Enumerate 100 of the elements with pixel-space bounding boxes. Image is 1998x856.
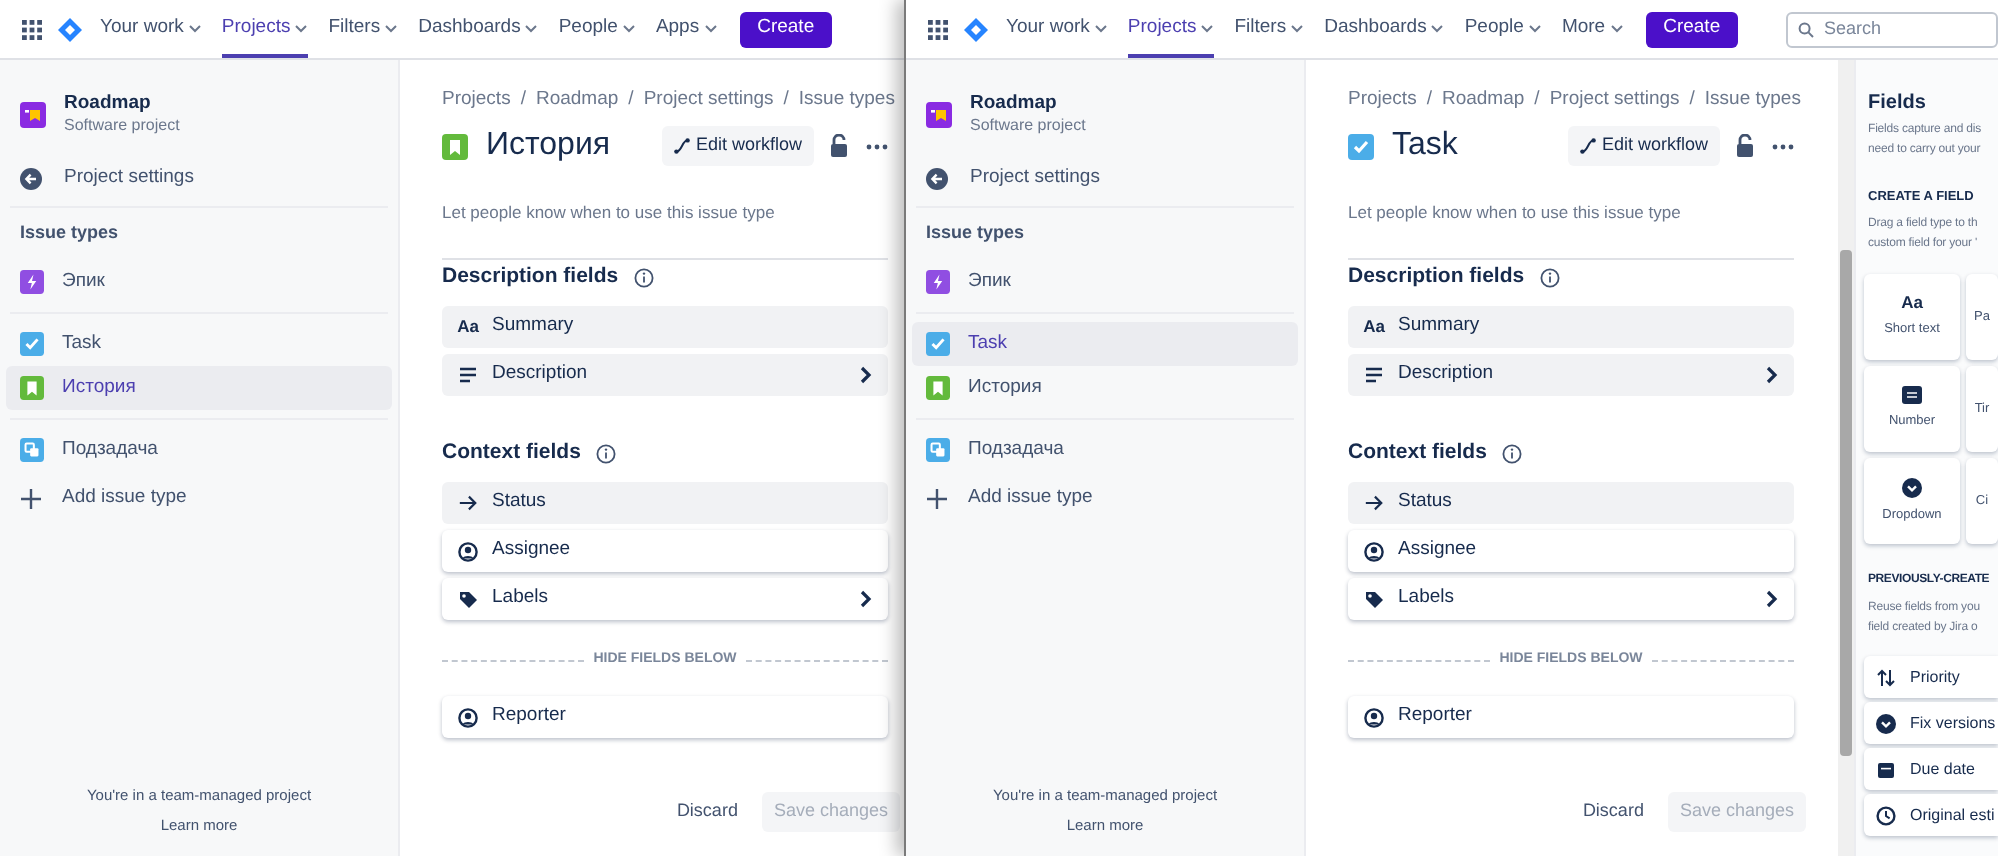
nav-menu-item[interactable]: Apps [655,0,718,58]
search-placeholder: Search [1824,15,1882,42]
field-label: Description [492,360,588,389]
nav-menu-item[interactable]: Filters [1234,0,1305,58]
chevron-right-icon [860,366,872,384]
breadcrumb-link[interactable]: Issue types [798,85,895,115]
breadcrumb-separator: / [520,85,526,114]
lock-icon[interactable] [1736,134,1754,158]
breadcrumb-link[interactable]: Project settings [643,85,774,115]
breadcrumb-link[interactable]: Roadmap [535,85,619,115]
existing-field-row[interactable]: Due date [1864,748,1998,790]
breadcrumb-separator: / [628,85,634,114]
field-row[interactable]: Reporter [442,696,888,738]
project-avatar-icon [926,101,952,127]
issue-type-item[interactable]: История [6,366,392,410]
existing-field-row[interactable]: Original esti [1864,794,1998,836]
existing-field-row[interactable]: Priority [1864,656,1998,698]
user-icon [1364,541,1384,561]
plus-icon [20,487,42,509]
workflow-icon [1579,138,1596,154]
discard-button[interactable]: Discard [1570,792,1656,832]
add-issue-type-button[interactable]: Add issue type [912,476,1298,520]
info-icon [1502,444,1523,464]
field-row[interactable]: Status [442,482,888,524]
field-row[interactable]: Description [1348,354,1794,396]
issue-type-item[interactable]: Подзадача [6,428,392,472]
caret-icon [384,24,399,34]
scroll-thumb[interactable] [1840,250,1852,756]
field-label: Labels [492,584,548,613]
field-row[interactable]: Aa Summary [1348,306,1794,348]
chevron-right-icon [1766,366,1778,384]
caret-icon [1290,24,1305,34]
field-row[interactable]: Labels [1348,578,1794,620]
field-row[interactable]: Status [1348,482,1794,524]
sort-arrows-icon [1876,667,1896,687]
back-link[interactable]: Project settings [6,156,392,200]
breadcrumb-link[interactable]: Projects [1348,85,1417,115]
existing-field-row[interactable]: Fix versions [1864,702,1998,744]
more-icon[interactable] [866,143,888,149]
paragraph-icon [458,366,478,384]
field-row[interactable]: Labels [442,578,888,620]
caret-icon [1200,24,1215,34]
user-icon [458,707,478,727]
field-row[interactable]: Description [442,354,888,396]
edit-workflow-button[interactable]: Edit workflow [661,126,814,166]
section-title: Context fields [442,438,581,469]
issue-type-item[interactable]: История [912,366,1298,410]
breadcrumb-link[interactable]: Projects [442,85,511,115]
create-button[interactable]: Create [1645,11,1739,47]
nav-menu-item[interactable]: People [558,0,636,58]
project-name: Roadmap [970,92,1059,116]
caret-icon [1093,24,1108,34]
caret-icon [187,24,202,34]
field-label: Summary [492,312,574,341]
issue-type-item[interactable]: Подзадача [912,428,1298,472]
more-icon[interactable] [1772,143,1794,149]
breadcrumb-link[interactable]: Issue types [1704,85,1801,115]
search-field[interactable]: Search [1786,11,1998,47]
breadcrumb-link[interactable]: Roadmap [1441,85,1525,115]
nav-menu-item[interactable]: People [1464,0,1542,58]
tag-icon [458,589,478,609]
caret-icon [1527,24,1542,34]
issue-type-item[interactable]: Эпик [912,260,1298,304]
chevron-right-icon [1766,590,1778,608]
nav-menu-item[interactable]: Filters [328,0,399,58]
back-link[interactable]: Project settings [912,156,1298,200]
issue-type-item[interactable]: Task [912,322,1298,366]
field-row[interactable]: Assignee [442,530,888,572]
arrow-right-icon [458,494,478,512]
text-field-icon: Aa [1901,294,1923,312]
field-row[interactable]: Reporter [1348,696,1794,738]
nav-menu-item[interactable]: Your work [1006,0,1108,58]
add-issue-type-button[interactable]: Add issue type [6,476,392,520]
info-icon [596,444,617,464]
edit-workflow-button[interactable]: Edit workflow [1567,126,1720,166]
nav-menu-item[interactable]: Dashboards [1324,0,1445,58]
nav-menu-item[interactable]: Your work [100,0,202,58]
description-text: Let people know when to use this issue type [442,202,775,222]
caret-icon [1430,24,1445,34]
nav-menu-item[interactable]: More [1561,0,1624,58]
create-button[interactable]: Create [739,11,833,47]
app-grid-icon[interactable] [928,19,948,39]
field-row[interactable]: Aa Summary [442,306,888,348]
tag-icon [1364,589,1384,609]
issue-type-item[interactable]: Эпик [6,260,392,304]
field-row[interactable]: Assignee [1348,530,1794,572]
diamond-logo-icon[interactable] [58,17,82,41]
app-grid-icon[interactable] [22,19,42,39]
chevron-circle-icon [1876,713,1896,733]
breadcrumb-link[interactable]: Project settings [1549,85,1680,115]
caret-icon [703,24,718,34]
lock-icon[interactable] [830,134,848,158]
discard-button[interactable]: Discard [664,792,750,832]
issue-type-item[interactable]: Task [6,322,392,366]
diamond-logo-icon[interactable] [964,17,988,41]
nav-menu-item[interactable]: Dashboards [418,0,539,58]
field-label: Reporter [492,702,566,731]
breadcrumb-separator: / [1426,85,1432,114]
field-label: Fix versions [1910,711,1996,735]
field-label: Status [492,488,546,517]
